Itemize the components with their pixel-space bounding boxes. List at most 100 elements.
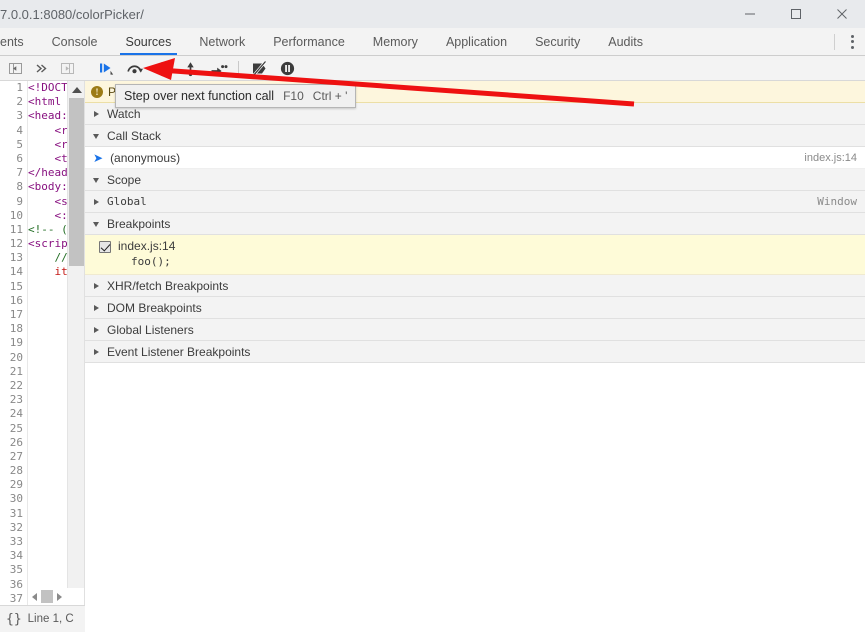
step-out-of-current-function-icon[interactable]	[177, 57, 203, 80]
editor-vertical-scrollbar[interactable]	[67, 81, 84, 605]
window-title-bar: 7.0.0.1:8080/colorPicker/	[0, 0, 865, 28]
line-number: 2	[16, 95, 23, 109]
line-number: 16	[9, 293, 23, 307]
section-global-listeners[interactable]: Global Listeners	[85, 319, 865, 341]
debugger-toolbar	[85, 56, 865, 81]
scroll-left-icon[interactable]	[28, 588, 41, 605]
code-line: <s	[28, 194, 68, 208]
scroll-up-icon[interactable]	[68, 81, 84, 98]
tab-security[interactable]: Security	[521, 28, 594, 55]
tab-bar-spacer	[657, 28, 830, 55]
code-line: <scrip	[28, 237, 68, 251]
breakpoint-file-label: index.js:14	[118, 239, 176, 253]
section-dom-breakpoints[interactable]: DOM Breakpoints	[85, 297, 865, 319]
deactivate-breakpoints-icon[interactable]	[246, 57, 272, 80]
line-number: 3	[16, 109, 23, 123]
tab-label: Application	[445, 34, 508, 49]
step-over-next-function-call-icon[interactable]	[121, 57, 147, 80]
tab-label: Audits	[608, 34, 643, 49]
breakpoint-code-snippet: foo();	[131, 255, 171, 268]
tab-bar-divider	[834, 33, 835, 50]
debugger-sidebar: ! Paused on breakpoint Watch Call Stack …	[85, 81, 865, 632]
tab-label: Console	[51, 34, 98, 49]
line-number: 26	[9, 435, 23, 449]
tab-console[interactable]: Console	[38, 28, 112, 55]
line-number: 22	[9, 378, 23, 392]
current-frame-icon: ➤	[93, 150, 104, 165]
tab-audits[interactable]: Audits	[594, 28, 657, 55]
tab-sources[interactable]: Sources	[112, 28, 186, 55]
breakpoint-row[interactable]: index.js:14 foo();	[85, 235, 865, 275]
devtools-window: 7.0.0.1:8080/colorPicker/ ents Console S…	[0, 0, 865, 632]
line-number: 24	[9, 407, 23, 421]
line-number: 34	[9, 549, 23, 563]
scope-entry-label: Global	[107, 195, 147, 208]
call-stack-frame-row[interactable]: ➤ (anonymous) index.js:14	[85, 147, 865, 169]
code-line: <t	[28, 151, 68, 165]
code-line: <r	[28, 123, 68, 137]
call-stack-frame-label: (anonymous)	[110, 150, 181, 165]
section-scope[interactable]: Scope	[85, 169, 865, 191]
section-label: Global Listeners	[107, 322, 194, 337]
line-number: 31	[9, 506, 23, 520]
vertical-scrollbar-thumb[interactable]	[69, 98, 84, 266]
source-code-editor[interactable]: 1 2 3 4 5 6 7 8 9 10 11 12 13 14 15 16 1…	[0, 81, 85, 605]
scope-global-row[interactable]: Global Window	[85, 191, 865, 213]
chevron-down-icon	[91, 176, 101, 184]
editor-horizontal-scrollbar[interactable]	[28, 588, 84, 605]
scope-entry-value: Window	[817, 195, 857, 208]
breakpoint-checkbox[interactable]	[99, 241, 111, 253]
section-label: Watch	[107, 106, 141, 121]
tab-label: ents	[0, 34, 24, 49]
editor-code-area[interactable]: <!DOCT <html <head: <r <r <t </head <bod…	[28, 81, 68, 605]
code-line: <!DOCT	[28, 81, 68, 94]
chevron-down-icon	[91, 220, 101, 228]
tab-application[interactable]: Application	[432, 28, 521, 55]
tab-performance[interactable]: Performance	[259, 28, 359, 55]
chevron-right-icon	[91, 198, 101, 206]
close-icon[interactable]	[819, 0, 865, 28]
step-icon[interactable]	[205, 57, 231, 80]
show-navigator-icon[interactable]	[3, 57, 27, 79]
line-number: 37	[9, 591, 23, 605]
line-number: 21	[9, 364, 23, 378]
section-breakpoints[interactable]: Breakpoints	[85, 213, 865, 235]
line-number: 11	[9, 222, 23, 236]
maximize-icon[interactable]	[773, 0, 819, 28]
call-stack-frame-location[interactable]: index.js:14	[804, 152, 857, 164]
resume-script-execution-icon[interactable]	[93, 57, 119, 80]
section-xhr-fetch-breakpoints[interactable]: XHR/fetch Breakpoints	[85, 275, 865, 297]
tooltip-text: Step over next function call	[124, 89, 275, 103]
section-label: DOM Breakpoints	[107, 300, 202, 315]
line-number: 9	[16, 194, 23, 208]
code-line: <body:	[28, 180, 68, 194]
breakpoint-details: index.js:14 foo();	[118, 239, 175, 269]
tab-network[interactable]: Network	[185, 28, 259, 55]
line-number: 27	[9, 449, 23, 463]
chevron-right-icon	[91, 282, 101, 290]
tab-memory[interactable]: Memory	[359, 28, 432, 55]
code-line: it	[28, 265, 68, 279]
tab-label: Performance	[273, 34, 345, 49]
section-event-listener-breakpoints[interactable]: Event Listener Breakpoints	[85, 341, 865, 363]
line-number: 14	[9, 265, 23, 279]
window-url-text: 7.0.0.1:8080/colorPicker/	[0, 6, 144, 22]
minimize-icon[interactable]	[727, 0, 773, 28]
show-debugger-icon[interactable]	[55, 57, 79, 79]
line-number: 32	[9, 520, 23, 534]
horizontal-scrollbar-thumb[interactable]	[41, 590, 53, 603]
pretty-print-icon[interactable]: {}	[6, 612, 22, 627]
step-into-next-function-call-icon[interactable]	[149, 57, 175, 80]
code-line: <:	[28, 208, 68, 222]
more-tabs-icon[interactable]	[29, 57, 53, 79]
section-call-stack[interactable]: Call Stack	[85, 125, 865, 147]
pause-on-exceptions-icon[interactable]	[274, 57, 300, 80]
more-options-icon[interactable]	[839, 28, 865, 55]
code-line: <r	[28, 137, 68, 151]
line-number: 28	[9, 464, 23, 478]
line-number: 23	[9, 393, 23, 407]
line-number: 12	[9, 237, 23, 251]
tab-elements[interactable]: ents	[0, 28, 38, 55]
line-number: 29	[9, 478, 23, 492]
scroll-right-icon[interactable]	[53, 588, 66, 605]
